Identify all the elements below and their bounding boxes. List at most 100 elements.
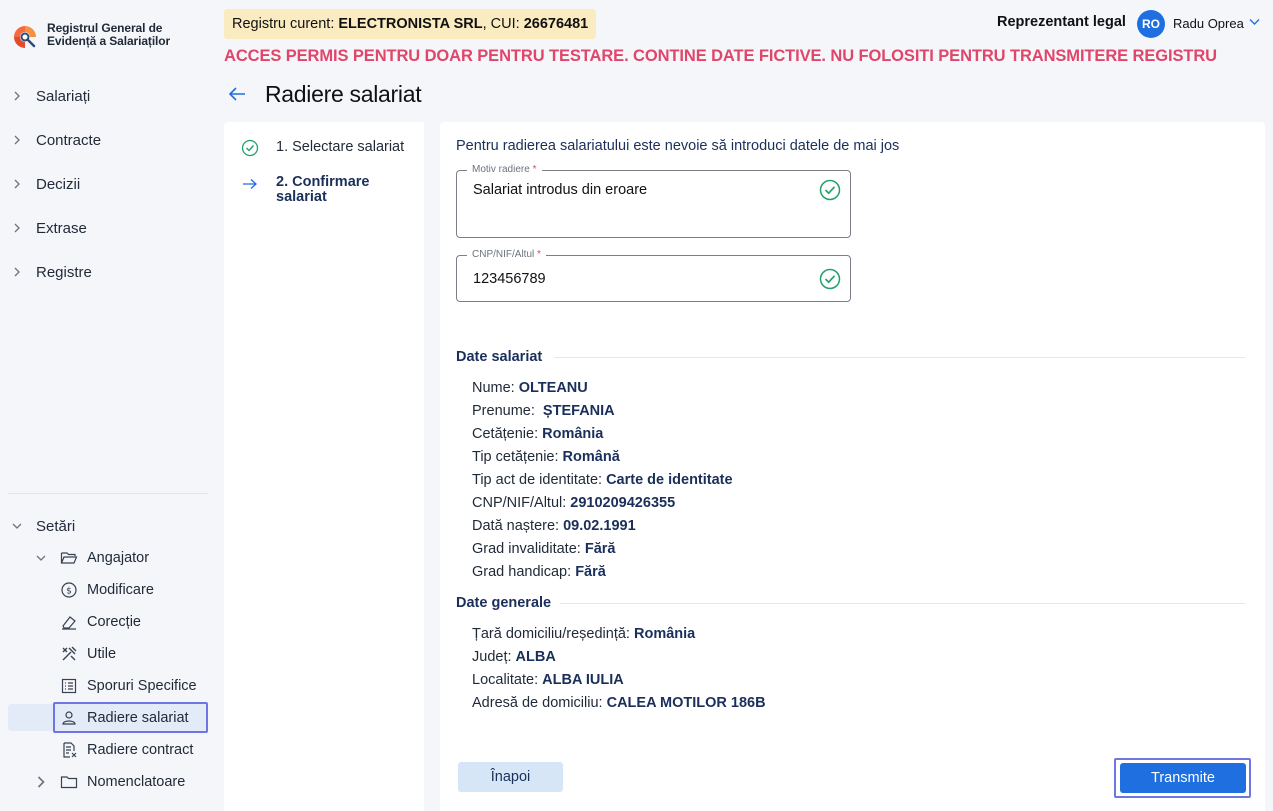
field-label-text: Motiv radiere [472,164,530,175]
folder-icon [60,773,78,791]
kv-value: ALBA IULIA [542,672,624,688]
kv-value: CALEA MOTILOR 186B [606,695,766,711]
kv-key: Cetățenie: [472,426,543,442]
document-remove-icon [60,741,78,759]
kv-key: Prenume: [472,403,539,419]
sidebar-item-label: Decizii [36,175,81,193]
motiv-radiere-label: Motiv radiere * [467,164,542,175]
employee-row-prenume: Prenume: ȘTEFANIA [472,403,615,419]
employee-row-data-nastere: Dată naștere: 09.02.1991 [472,518,636,534]
sidebar-item-nomenclatoare[interactable]: Nomenclatoare [36,769,185,795]
coin-swap-icon: $ [60,581,78,599]
kv-value: ALBA [515,649,556,665]
sidebar-item-setari[interactable]: Setări [12,514,75,538]
sidebar-item-label: Utile [87,646,117,662]
section-title-general: Date generale [456,595,552,611]
focus-outline [53,702,208,733]
step-label: 2. Confirmare salariat [276,175,369,205]
chevron-down-icon [36,549,46,567]
main-panel: Pentru radierea salariatului este nevoie… [440,122,1265,811]
logo-text: Registrul General de Evidență a Salariaț… [47,22,170,48]
general-row-judet: Județ: ALBA [472,649,556,665]
test-warning-banner: ACCES PERMIS PENTRU DOAR PENTRU TESTARE.… [224,47,1217,65]
back-button[interactable]: Înapoi [458,762,563,792]
sidebar-item-label: Extrase [36,219,87,237]
user-name[interactable]: Radu Oprea [1173,16,1244,31]
employee-row-grad-invaliditate: Grad invaliditate: Fără [472,541,615,557]
avatar[interactable]: RO [1137,10,1165,38]
kv-key: CNP/NIF/Altul: [472,495,571,511]
list-icon [60,677,78,695]
sidebar-item-registre[interactable]: Registre [12,260,92,284]
submit-focus-outline: Transmite [1114,758,1251,798]
logo-line-2: Evidență a Salariaților [47,34,171,48]
section-title-employee: Date salariat [456,349,543,365]
chevron-down-icon[interactable] [1249,18,1260,26]
kv-value: 2910209426355 [570,495,676,511]
chevron-right-icon [12,91,22,101]
registry-prefix: Registru curent: [232,16,339,32]
required-marker: * [537,249,541,260]
check-circle-icon [819,179,841,201]
folder-open-icon [60,549,78,567]
company-name: ELECTRONISTA SRL [338,16,483,32]
steps-panel: 1. Selectare salariat 2. Confirmare sala… [224,122,424,811]
sidebar-item-decizii[interactable]: Decizii [12,172,80,196]
kv-key: Tip cetățenie: [472,449,563,465]
sidebar-item-extrase[interactable]: Extrase [12,216,87,240]
submit-button[interactable]: Transmite [1120,763,1246,793]
sidebar-item-label: Modificare [87,582,154,598]
chevron-down-icon [12,521,22,531]
kv-key: Tip act de identitate: [472,472,607,488]
motiv-radiere-value[interactable]: Salariat introdus din eroare [473,182,647,198]
general-row-tara: Țară domiciliu/reședință: România [472,626,695,642]
step-confirm-employee: 2. Confirmare salariat [241,175,369,205]
sidebar-item-sporuri-specifice[interactable]: Sporuri Specifice [60,673,197,699]
sidebar-item-label: Setări [36,517,76,535]
sidebar-item-label: Salariați [36,87,91,105]
employee-row-tip-cetatenie: Tip cetățenie: Română [472,449,620,465]
sidebar: Registrul General de Evidență a Salariaț… [0,0,224,811]
back-arrow-icon[interactable] [227,84,247,104]
kv-value: România [634,626,696,642]
svg-text:$: $ [66,587,72,597]
general-row-adresa: Adresă de domiciliu: CALEA MOTILOR 186B [472,695,766,711]
kv-value: Fără [584,541,616,557]
sidebar-divider [8,493,208,494]
sidebar-item-corectie[interactable]: Corecție [60,609,141,635]
kv-key: Județ: [472,649,516,665]
check-circle-icon [241,139,259,157]
sidebar-item-modificare[interactable]: $ Modificare [60,577,154,603]
chevron-right-icon [12,223,22,233]
employee-row-tip-act: Tip act de identitate: Carte de identita… [472,472,733,488]
sidebar-item-label: Sporuri Specifice [87,678,197,694]
chevron-right-icon [12,135,22,145]
kv-key: Grad handicap: [472,564,576,580]
section-divider [554,357,1245,358]
app-logo[interactable]: Registrul General de Evidență a Salariaț… [12,22,170,50]
cnp-value[interactable]: 123456789 [473,271,546,287]
motiv-radiere-field[interactable]: Motiv radiere * Salariat introdus din er… [456,164,851,238]
eraser-icon [60,613,78,631]
kv-value: Carte de identitate [606,472,733,488]
sidebar-item-label: Nomenclatoare [87,774,186,790]
check-circle-icon [819,268,841,290]
kv-key: Adresă de domiciliu: [472,695,607,711]
step-select-employee[interactable]: 1. Selectare salariat [241,139,404,157]
representative-label: Reprezentant legal [997,14,1126,30]
cnp-field[interactable]: CNP/NIF/Altul * 123456789 [456,249,851,302]
sidebar-item-utile[interactable]: Utile [60,641,116,667]
sidebar-item-salariati[interactable]: Salariați [12,84,90,108]
employee-row-cnp: CNP/NIF/Altul: 2910209426355 [472,495,675,511]
tools-icon [60,645,78,663]
sidebar-item-radiere-contract[interactable]: Radiere contract [60,737,193,763]
logo-icon [14,26,36,48]
step-label-line-2: salariat [276,189,327,205]
sidebar-item-label: Corecție [87,614,141,630]
arrow-right-icon [243,179,257,189]
required-marker: * [532,164,537,175]
sidebar-item-contracte[interactable]: Contracte [12,128,101,152]
sidebar-item-label: Angajator [87,550,150,566]
step-label-line-1: 2. Confirmare [276,174,370,190]
sidebar-item-angajator[interactable]: Angajator [36,545,149,571]
